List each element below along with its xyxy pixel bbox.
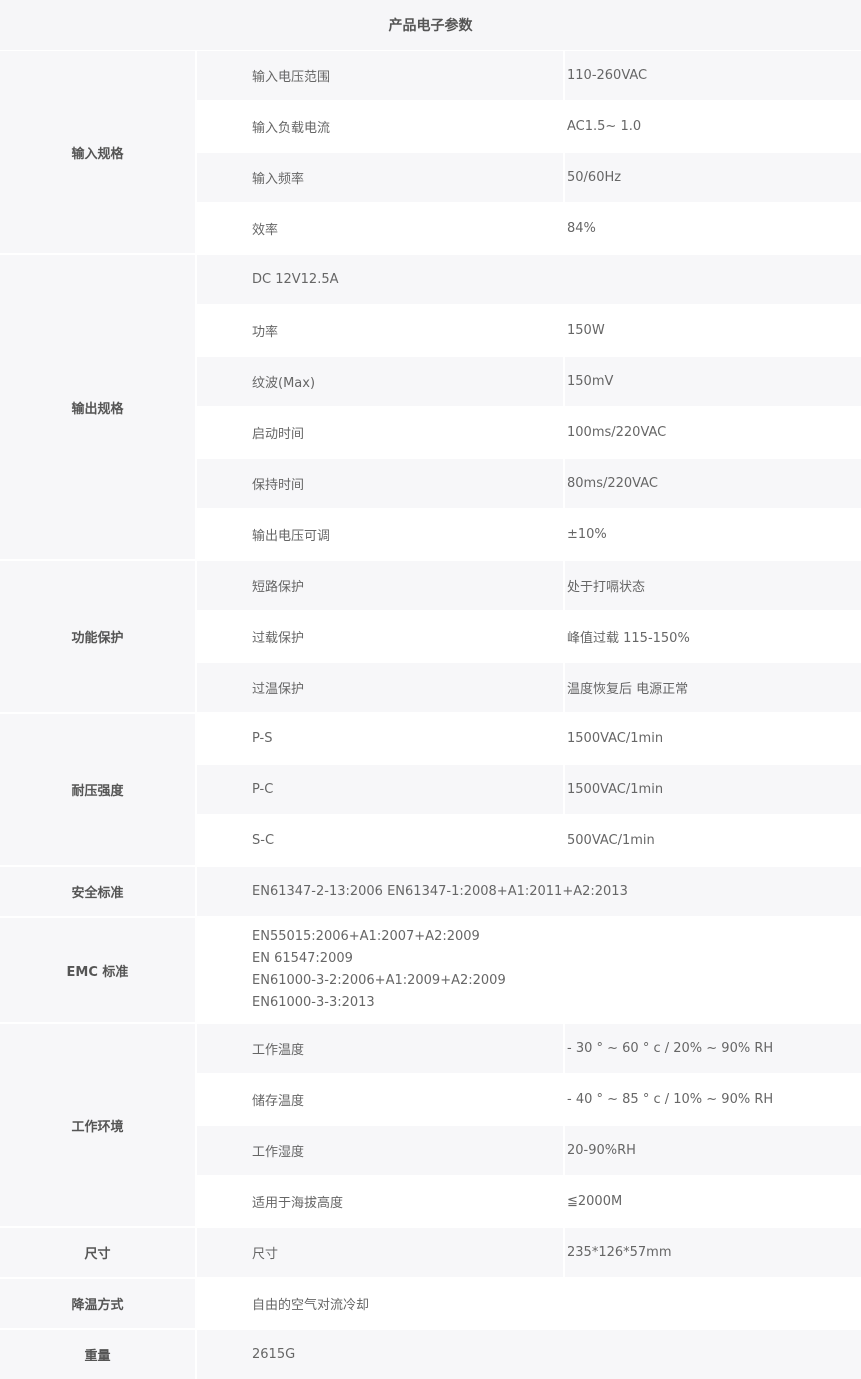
param-name: 储存温度 bbox=[197, 1075, 563, 1124]
param-value: 150W bbox=[565, 306, 861, 355]
category-label: 工作环境 bbox=[0, 1024, 195, 1226]
param-value: 80ms/220VAC bbox=[565, 459, 861, 508]
param-name: 工作湿度 bbox=[197, 1126, 563, 1175]
category-label: 输入规格 bbox=[0, 51, 195, 253]
param-name: 纹波(Max) bbox=[197, 357, 563, 406]
category-label: 降温方式 bbox=[0, 1279, 195, 1328]
param-name: 功率 bbox=[197, 306, 563, 355]
category-label: 耐压强度 bbox=[0, 714, 195, 865]
spec-table: 产品电子参数 输入电压范围 110-260VAC 输入负载电流 AC1.5~ 1.0 输… bbox=[0, 0, 861, 1379]
param-name: 保持时间 bbox=[197, 459, 563, 508]
param-name: S-C bbox=[197, 816, 563, 865]
category-label: 尺寸 bbox=[0, 1228, 195, 1277]
param-value: 温度恢复后 电源正常 bbox=[565, 663, 861, 712]
param-name: 适用于海拔高度 bbox=[197, 1177, 563, 1226]
param-value: 235*126*57mm bbox=[565, 1228, 861, 1277]
category-label: 安全标准 bbox=[0, 867, 195, 916]
param-name: 过载保护 bbox=[197, 612, 563, 661]
param-name: 输入频率 bbox=[197, 153, 563, 202]
param-value: 150mV bbox=[565, 357, 861, 406]
category-label: EMC 标准 bbox=[0, 918, 195, 1022]
param-value: 处于打嗝状态 bbox=[565, 561, 861, 610]
param-name: 过温保护 bbox=[197, 663, 563, 712]
value-line: EN61000-3-2:2006+A1:2009+A2:2009 bbox=[252, 973, 506, 988]
param-value: 100ms/220VAC bbox=[565, 408, 861, 457]
param-name: 尺寸 bbox=[197, 1228, 563, 1277]
full-width-value: EN61347-2-13:2006 EN61347-1:2008+A1:2011… bbox=[197, 867, 861, 916]
param-value: 50/60Hz bbox=[565, 153, 861, 202]
param-name: 输入负载电流 bbox=[197, 102, 563, 151]
param-name: P-C bbox=[197, 765, 563, 814]
param-value: - 30 ° ~ 60 ° c / 20% ~ 90% RH bbox=[565, 1024, 861, 1073]
value-line: EN61000-3-3:2013 bbox=[252, 995, 375, 1010]
param-value: ±10% bbox=[565, 510, 861, 559]
category-label: 重量 bbox=[0, 1330, 195, 1379]
category-label: 功能保护 bbox=[0, 561, 195, 712]
table-title: 产品电子参数 bbox=[0, 0, 861, 50]
param-value: 20-90%RH bbox=[565, 1126, 861, 1175]
param-value: 84% bbox=[565, 204, 861, 253]
param-name: 工作温度 bbox=[197, 1024, 563, 1073]
param-value: ≦2000M bbox=[565, 1177, 861, 1226]
param-value: 500VAC/1min bbox=[565, 816, 861, 865]
param-name: P-S bbox=[197, 714, 563, 763]
param-value: 110-260VAC bbox=[565, 51, 861, 100]
param-name: 启动时间 bbox=[197, 408, 563, 457]
param-value: - 40 ° ~ 85 ° c / 10% ~ 90% RH bbox=[565, 1075, 861, 1124]
value-line: EN 61547:2009 bbox=[252, 951, 353, 966]
param-value: AC1.5~ 1.0 bbox=[565, 102, 861, 151]
param-value: 1500VAC/1min bbox=[565, 765, 861, 814]
full-width-value: 自由的空气对流冷却 bbox=[197, 1279, 861, 1328]
full-width-value: 2615G bbox=[197, 1330, 861, 1379]
param-name: 效率 bbox=[197, 204, 563, 253]
param-value: 峰值过载 115-150% bbox=[565, 612, 861, 661]
param-name: 输入电压范围 bbox=[197, 51, 563, 100]
full-width-value: DC 12V12.5A bbox=[197, 255, 861, 304]
multi-line-value: EN55015:2006+A1:2007+A2:2009 EN 61547:200… bbox=[197, 918, 861, 1022]
param-name: 短路保护 bbox=[197, 561, 563, 610]
category-label: 输出规格 bbox=[0, 255, 195, 559]
param-name: 输出电压可调 bbox=[197, 510, 563, 559]
value-line: EN55015:2006+A1:2007+A2:2009 bbox=[252, 929, 480, 944]
param-value: 1500VAC/1min bbox=[565, 714, 861, 763]
